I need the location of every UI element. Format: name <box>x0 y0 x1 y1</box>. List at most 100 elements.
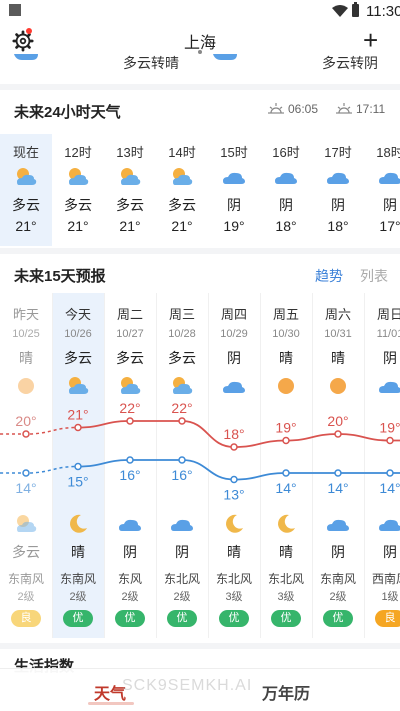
hourly-condition: 阴 <box>331 197 345 213</box>
trend-point <box>178 456 186 464</box>
hourly-item: 15时阴 19° <box>208 134 260 246</box>
low-temp-label: 13° <box>223 487 244 503</box>
hourly-condition: 多云 <box>168 197 196 213</box>
overcast-icon <box>378 165 400 194</box>
hourly-time: 14时 <box>168 145 196 160</box>
active-tab-indicator <box>88 702 134 705</box>
trend-point <box>282 469 290 477</box>
hourly-time: 18时 <box>376 145 400 160</box>
high-temp-label: 20° <box>327 413 348 429</box>
cloudy-day-icon <box>14 165 38 194</box>
daily-title: 未来15天预报 <box>14 268 106 285</box>
hourly-time: 现在 <box>12 145 39 160</box>
watermark-text: SCK9SEMKH.AI <box>122 677 253 694</box>
wifi-icon <box>332 5 348 17</box>
battery-icon <box>352 2 359 17</box>
trend-point <box>74 423 82 432</box>
sunrise-icon <box>268 103 284 114</box>
trend-point <box>22 430 30 438</box>
low-temp-label: 16° <box>119 467 140 483</box>
overcast-icon <box>274 165 298 194</box>
cloudy-day-icon <box>170 165 194 194</box>
hourly-item: 17时阴 18° <box>312 134 364 246</box>
trend-point <box>74 462 82 471</box>
hourly-time: 16时 <box>272 145 300 160</box>
status-time: 11:30 <box>366 3 400 20</box>
trend-point <box>126 456 134 464</box>
hourly-temp: 21° <box>119 218 141 234</box>
trend-point <box>334 469 342 477</box>
trend-point <box>334 430 342 438</box>
hourly-time: 15时 <box>220 145 248 160</box>
section-divider <box>0 248 400 254</box>
overcast-icon <box>326 165 350 194</box>
weather-app: 11:30 上海 + 多云转晴 多云转阴 未来24小时天气 06:05 17:1… <box>0 0 400 711</box>
tomorrow-condition: 多云转阴 <box>322 55 378 71</box>
overcast-icon <box>14 54 38 60</box>
trend-point <box>22 469 30 477</box>
hourly-condition: 阴 <box>227 197 241 213</box>
trend-point <box>386 436 394 445</box>
trend-point <box>230 475 238 484</box>
notification-icon <box>9 4 21 16</box>
high-temp-label: 22° <box>171 400 192 416</box>
high-temp-label: 20° <box>15 413 36 429</box>
past-trend-line <box>0 426 79 435</box>
high-temp-label: 19° <box>275 420 296 436</box>
nav-calendar-tab[interactable]: 万年历 <box>262 680 310 704</box>
trend-point <box>230 443 238 451</box>
high-temp-label: 21° <box>67 407 88 423</box>
low-temp-label: 14° <box>275 480 296 496</box>
hourly-condition: 阴 <box>383 197 397 213</box>
hourly-condition: 阴 <box>279 197 293 213</box>
hourly-temp: 18° <box>275 218 297 234</box>
sunset-time: 17:11 <box>356 102 386 116</box>
status-bar: 11:30 <box>0 0 400 24</box>
hourly-time: 17时 <box>324 145 352 160</box>
hourly-title: 未来24小时天气 <box>14 104 121 121</box>
hourly-time: 13时 <box>116 145 144 160</box>
daily-forecast-area[interactable]: 昨天 10/25 晴多云 东南风 2级良今天 10/26 多云晴东南风 2级优周二 10/27 多… <box>0 293 400 643</box>
hourly-temp: 18° <box>327 218 349 234</box>
low-temp-label: 16° <box>171 467 192 483</box>
hourly-temp: 21° <box>67 218 89 234</box>
low-temp-label: 14° <box>327 480 348 496</box>
overcast-icon <box>213 54 237 60</box>
section-divider <box>0 84 400 90</box>
cloudy-day-icon <box>66 165 90 194</box>
high-temp-label: 18° <box>223 426 244 442</box>
hourly-temp: 19° <box>223 218 245 234</box>
temperature-trend-chart: 20° 21° 22° 22° 18° 19° 20° 19° 14° 15° 16° 16° 13° 1… <box>0 400 400 503</box>
trend-point <box>386 469 394 477</box>
hourly-condition: 多云 <box>12 197 40 213</box>
hourly-forecast-row[interactable]: 现在 多云 21° 12时 多云 21° 13时 多云 21° 14时 多云 21° 15时阴 19° 16… <box>0 134 400 246</box>
section-divider <box>0 643 400 649</box>
hourly-condition: 多云 <box>64 197 92 213</box>
today-summary-strip: 多云转晴 多云转阴 <box>0 50 400 86</box>
hourly-temp: 21° <box>15 218 37 234</box>
high-temp-label: 22° <box>119 400 140 416</box>
hourly-item: 现在多云 21° <box>0 134 52 246</box>
cloudy-day-icon <box>118 165 142 194</box>
tab-list[interactable]: 列表 <box>360 266 388 286</box>
trend-point <box>126 417 134 425</box>
hourly-time: 12时 <box>64 145 92 160</box>
low-temp-label: 14° <box>15 480 36 496</box>
hourly-item: 14时 多云 21° <box>156 134 208 246</box>
past-trend-line <box>0 465 79 474</box>
hourly-temp: 17° <box>379 218 400 234</box>
hourly-item: 13时多云 21° <box>104 134 156 246</box>
trend-point <box>178 417 186 425</box>
today-condition: 多云转晴 <box>123 55 179 71</box>
low-temp-label: 14° <box>379 480 400 496</box>
bottom-nav: 天气 SCK9SEMKH.AI 万年历 <box>0 668 400 711</box>
tab-trend[interactable]: 趋势 <box>315 266 343 286</box>
low-temp-label: 15° <box>67 474 88 490</box>
hourly-item: 12时多云 21° <box>52 134 104 246</box>
hourly-condition: 多云 <box>116 197 144 213</box>
high-temp-label: 19° <box>379 420 400 436</box>
hourly-item: 16时阴 18° <box>260 134 312 246</box>
overcast-icon <box>222 165 246 194</box>
sunrise-time: 06:05 <box>288 102 319 116</box>
hourly-item: 18时阴 17° <box>364 134 400 246</box>
